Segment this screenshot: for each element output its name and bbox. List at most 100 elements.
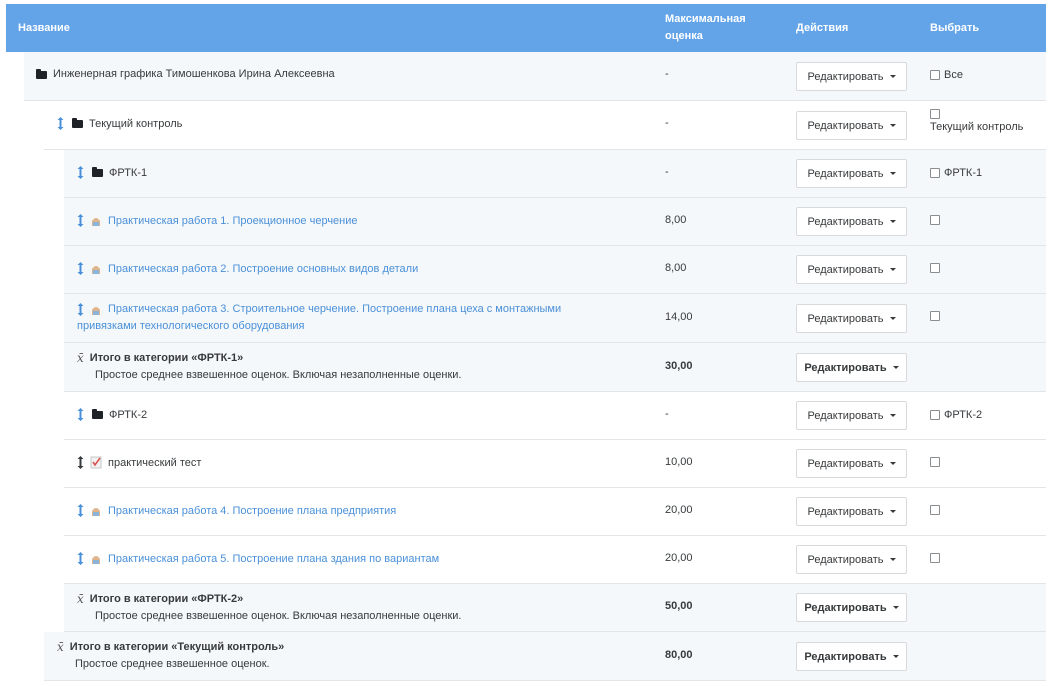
- edit-label: Редактировать: [807, 409, 884, 422]
- move-icon[interactable]: [77, 456, 84, 469]
- item-name-cell: Практическая работа 4. Построение плана …: [77, 504, 396, 517]
- select-label: ФРТК-1: [944, 167, 983, 179]
- select-cell: [930, 215, 940, 225]
- edit-button[interactable]: Редактировать: [796, 401, 907, 430]
- select-cell: [930, 263, 940, 273]
- edit-label: Редактировать: [807, 119, 884, 132]
- category-row-course: Инженерная графика Тимошенкова Ирина Але…: [24, 52, 1046, 101]
- edit-button[interactable]: Редактировать: [796, 353, 907, 382]
- select-cell: [930, 553, 940, 563]
- move-icon[interactable]: [57, 117, 64, 130]
- header-actions: Действия: [796, 22, 849, 34]
- move-icon[interactable]: [77, 408, 84, 421]
- select-checkbox[interactable]: [930, 168, 940, 178]
- edit-button[interactable]: Редактировать: [796, 449, 907, 478]
- edit-label: Редактировать: [804, 601, 887, 614]
- edit-label: Редактировать: [807, 70, 884, 83]
- chevron-down-icon: [889, 317, 896, 320]
- folder-icon: [36, 68, 47, 79]
- max-grade: 50,00: [665, 600, 693, 612]
- move-icon[interactable]: [77, 504, 84, 517]
- edit-button[interactable]: Редактировать: [796, 159, 907, 188]
- grade-item-row: Практическая работа 2. Построение основн…: [64, 246, 1046, 294]
- grade-item-row: практический тест 10,00 Редактировать: [64, 440, 1046, 488]
- select-cell: [930, 505, 940, 515]
- select-checkbox[interactable]: [930, 553, 940, 563]
- move-icon[interactable]: [77, 303, 84, 316]
- edit-button[interactable]: Редактировать: [796, 545, 907, 574]
- header-select: Выбрать: [930, 22, 980, 34]
- category-total-row: x̄ Итого в категории «Текущий контроль» …: [44, 632, 1046, 681]
- move-icon[interactable]: [77, 214, 84, 227]
- category-name: Текущий контроль: [89, 117, 183, 130]
- edit-label: Редактировать: [807, 553, 884, 566]
- category-row-current-control: Текущий контроль - Редактировать Текущий…: [44, 101, 1046, 150]
- item-link[interactable]: Практическая работа 3. Строительное черч…: [108, 301, 561, 318]
- item-link[interactable]: Практическая работа 2. Построение основн…: [108, 263, 418, 275]
- assignment-icon: [92, 556, 100, 564]
- select-checkbox[interactable]: [930, 457, 940, 467]
- max-grade: 30,00: [665, 360, 693, 372]
- item-name: практический тест: [108, 456, 202, 469]
- mean-icon: x̄: [57, 640, 64, 654]
- edit-button[interactable]: Редактировать: [796, 642, 907, 671]
- select-all-checkbox[interactable]: [930, 70, 940, 80]
- mean-icon: x̄: [77, 351, 84, 365]
- total-subtitle: Простое среднее взвешенное оценок. Включ…: [95, 369, 462, 381]
- edit-button[interactable]: Редактировать: [796, 255, 907, 284]
- assignment-icon: [92, 266, 100, 274]
- select-checkbox[interactable]: [930, 410, 940, 420]
- max-grade: -: [665, 408, 669, 420]
- max-grade: -: [665, 117, 669, 129]
- folder-icon: [72, 118, 83, 128]
- category-total-row: x̄ Итого в категории «ФРТК-1» Простое ср…: [64, 343, 1046, 392]
- edit-button[interactable]: Редактировать: [796, 62, 907, 91]
- edit-button[interactable]: Редактировать: [796, 111, 907, 140]
- grade-item-row: Практическая работа 3. Строительное черч…: [64, 294, 1046, 343]
- select-checkbox[interactable]: [930, 109, 940, 119]
- select-cell: ФРТК-2: [930, 409, 982, 421]
- item-link[interactable]: Практическая работа 5. Построение плана …: [108, 553, 439, 565]
- select-label: ФРТК-2: [944, 409, 983, 421]
- chevron-down-icon: [889, 510, 896, 513]
- category-name-cell: Инженерная графика Тимошенкова Ирина Але…: [36, 68, 335, 80]
- grade-item-row: Практическая работа 5. Построение плана …: [64, 536, 1046, 584]
- move-icon[interactable]: [77, 552, 84, 565]
- item-link[interactable]: Практическая работа 4. Построение плана …: [108, 505, 396, 517]
- select-cell: ФРТК-1: [930, 167, 982, 179]
- item-name-cell: Практическая работа 5. Построение плана …: [77, 552, 439, 565]
- select-cell: Текущий контроль: [930, 109, 1023, 133]
- folder-icon: [92, 167, 103, 177]
- item-link[interactable]: Практическая работа 1. Проекционное черч…: [108, 215, 358, 227]
- total-title: Итого в категории «ФРТК-2»: [89, 593, 244, 605]
- select-checkbox[interactable]: [930, 505, 940, 515]
- max-grade: -: [665, 68, 669, 80]
- edit-button[interactable]: Редактировать: [796, 593, 907, 622]
- move-icon[interactable]: [77, 262, 84, 275]
- select-checkbox[interactable]: [930, 215, 940, 225]
- category-row-frtk1: ФРТК-1 - Редактировать ФРТК-1: [64, 150, 1046, 198]
- category-name: ФРТК-1: [109, 166, 148, 179]
- chevron-down-icon: [889, 220, 896, 223]
- item-link-continuation[interactable]: привязками технологического оборудования: [77, 318, 637, 335]
- select-cell: Все: [930, 69, 963, 81]
- quiz-icon: [90, 456, 102, 469]
- select-checkbox[interactable]: [930, 263, 940, 273]
- total-name-cell: x̄ Итого в категории «ФРТК-1» Простое ср…: [77, 350, 462, 384]
- gradebook-setup-table: Название Максимальная оценка Действия Вы…: [6, 4, 1046, 681]
- select-checkbox[interactable]: [930, 311, 940, 321]
- total-subtitle: Простое среднее взвешенное оценок.: [75, 658, 270, 670]
- edit-button[interactable]: Редактировать: [796, 497, 907, 526]
- edit-label: Редактировать: [807, 505, 884, 518]
- chevron-down-icon: [889, 462, 896, 465]
- category-total-row: x̄ Итого в категории «ФРТК-2» Простое ср…: [64, 584, 1046, 632]
- edit-button[interactable]: Редактировать: [796, 207, 907, 236]
- edit-button[interactable]: Редактировать: [796, 304, 907, 333]
- chevron-down-icon: [889, 124, 896, 127]
- total-title: Итого в категории «Текущий контроль»: [69, 641, 285, 653]
- move-icon[interactable]: [77, 166, 84, 179]
- item-name-cell: Практическая работа 1. Проекционное черч…: [77, 214, 358, 227]
- max-grade: 20,00: [665, 552, 693, 564]
- chevron-down-icon: [889, 268, 896, 271]
- select-cell: [930, 311, 940, 321]
